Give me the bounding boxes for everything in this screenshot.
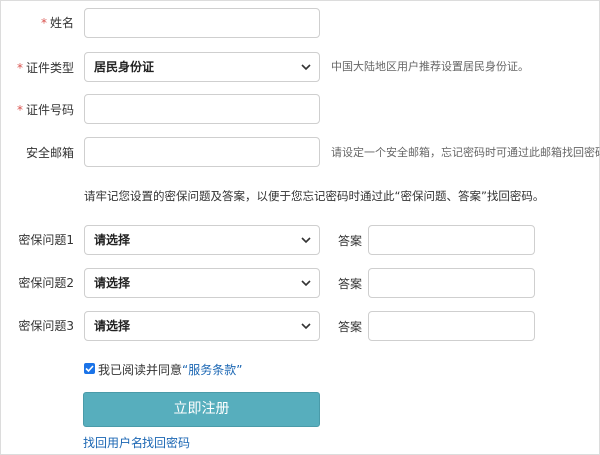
question-2-select[interactable]: 请选择 xyxy=(84,268,320,298)
answer-2-label: 答案 xyxy=(338,277,363,291)
question-1-label: 密保问题1 xyxy=(18,233,74,247)
name-label: * 姓名 xyxy=(40,16,74,30)
register-button[interactable]: 立即注册 xyxy=(83,392,320,427)
id-type-label: * 证件类型 xyxy=(16,61,74,75)
id-number-input[interactable] xyxy=(84,94,320,124)
chevron-down-icon xyxy=(301,237,311,244)
email-input[interactable] xyxy=(84,137,320,167)
question-1-select[interactable]: 请选择 xyxy=(84,225,320,255)
chevron-down-icon xyxy=(301,280,311,287)
question-2-label: 密保问题2 xyxy=(18,276,74,290)
agree-checkbox[interactable] xyxy=(84,363,95,374)
chevron-down-icon xyxy=(301,323,311,330)
answer-3-input[interactable] xyxy=(368,311,535,341)
agree-text: 我已阅读并同意“服务条款” xyxy=(98,363,243,377)
email-hint: 请设定一个安全邮箱，忘记密码时可通过此邮箱找回密码。 xyxy=(331,146,600,159)
question-3-select[interactable]: 请选择 xyxy=(84,311,320,341)
answer-1-input[interactable] xyxy=(368,225,535,255)
id-type-select[interactable]: 居民身份证 xyxy=(84,52,320,82)
name-input[interactable] xyxy=(84,8,320,38)
answer-2-input[interactable] xyxy=(368,268,535,298)
security-note: 请牢记您设置的密保问题及答案，以便于您忘记密码时通过此“密保问题、答案”找回密码… xyxy=(84,189,545,203)
id-type-hint: 中国大陆地区用户推荐设置居民身份证。 xyxy=(331,60,529,73)
answer-3-label: 答案 xyxy=(338,320,363,334)
email-label: 安全邮箱 xyxy=(25,146,74,160)
id-number-label: * 证件号码 xyxy=(16,103,74,117)
find-password-link[interactable]: 找回密码 xyxy=(142,434,190,451)
chevron-down-icon xyxy=(301,64,311,71)
find-username-link[interactable]: 找回用户名 xyxy=(83,434,143,451)
question-3-label: 密保问题3 xyxy=(18,319,74,333)
checkmark-icon xyxy=(85,365,94,373)
terms-link[interactable]: “服务条款” xyxy=(182,363,242,377)
answer-1-label: 答案 xyxy=(338,234,363,248)
